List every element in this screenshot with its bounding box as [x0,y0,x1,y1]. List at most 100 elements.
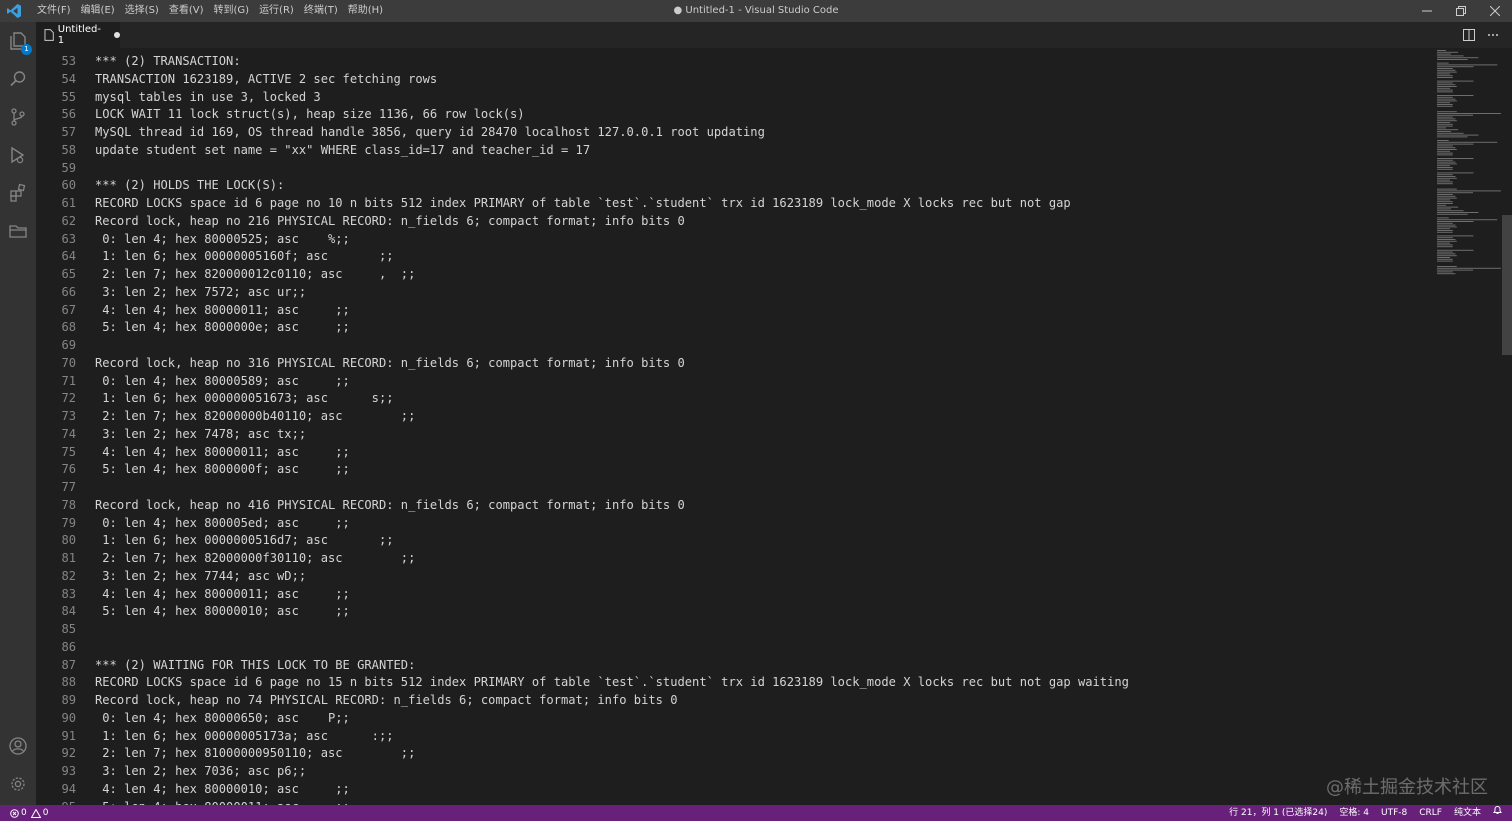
menu-help[interactable]: 帮助(H) [343,0,388,22]
minimap-line [1437,172,1474,174]
remote-explorer-button[interactable] [6,219,30,243]
line-text: 5: len 4; hex 8000000e; asc ;; [95,320,350,335]
problems-indicator[interactable]: 0 0 [10,805,48,821]
minimap-line [1437,183,1453,185]
minimap-line [1437,167,1453,168]
menu-view[interactable]: 查看(V) [164,0,209,22]
minimap-line [1437,69,1456,71]
minimap-line [1437,255,1457,257]
minimap-line [1437,163,1457,165]
minimap-line [1437,269,1473,271]
tab-untitled-1[interactable]: Untitled-1 [36,22,120,48]
line-number: 62 [61,213,76,228]
line-text: 2: len 7; hex 81000000950110; asc ;; [95,746,416,761]
line-text: 4: len 4; hex 80000011; asc ;; [95,444,350,459]
minimap-line [1437,271,1453,273]
notifications-button[interactable] [1493,805,1502,821]
line-text: *** (2) WAITING FOR THIS LOCK TO BE GRAN… [95,657,416,672]
explorer-button[interactable]: 1 [6,29,32,55]
menu-file[interactable]: 文件(F) [32,0,76,22]
minimap-line [1437,127,1446,129]
editor[interactable]: 53 *** (2) TRANSACTION: 54 TRANSACTION 1623… [36,48,1512,805]
line-text: 0: len 4; hex 80000589; asc ;; [95,373,350,388]
vertical-scrollbar-thumb[interactable] [1502,215,1512,355]
extensions-button[interactable] [6,181,30,205]
minimap-line [1437,203,1453,204]
minimap-line [1437,114,1473,116]
end-of-line[interactable]: CRLF [1419,805,1442,821]
line-number: 59 [61,160,76,175]
line-number: 84 [61,604,76,619]
menu-bar: 文件(F) 编辑(E) 选择(S) 查看(V) 转到(G) 运行(R) 终端(T… [32,0,388,22]
unsaved-dot-icon[interactable] [114,32,120,38]
line-text: update student set name = "xx" WHERE cla… [95,142,591,157]
split-editor-button[interactable] [1460,26,1478,44]
cursor-position[interactable]: 行 21，列 1 (已选择24) [1229,805,1327,821]
minimap-line [1437,104,1453,105]
minimap-line [1437,177,1457,179]
accounts-button[interactable] [6,734,30,758]
run-debug-icon [11,146,25,164]
source-control-button[interactable] [6,105,30,129]
minimap-line [1437,251,1453,253]
minimap-line [1437,212,1479,213]
close-window-button[interactable] [1478,0,1512,22]
gear-icon [11,777,25,791]
line-number: 74 [61,426,76,441]
encoding[interactable]: UTF-8 [1381,805,1407,821]
search-button[interactable] [6,67,30,91]
line-number: 75 [61,444,76,459]
bell-icon [1493,806,1502,814]
minimap-line [1437,242,1451,244]
line-number: 56 [61,107,76,122]
minimap-line [1437,77,1453,78]
minimap-line [1437,131,1451,132]
line-number: 70 [61,355,76,370]
source-control-icon [11,108,25,126]
indentation[interactable]: 空格: 4 [1339,805,1369,821]
minimap[interactable] [1436,48,1504,278]
menu-run[interactable]: 运行(R) [254,0,299,22]
minimap-line [1437,260,1453,262]
menu-go[interactable]: 转到(G) [209,0,255,22]
line-number: 60 [61,178,76,193]
minimap-line [1437,62,1449,64]
minimize-button[interactable] [1410,0,1444,22]
manage-button[interactable] [6,772,30,796]
vertical-scrollbar-track[interactable] [1502,48,1512,805]
menu-edit[interactable]: 编辑(E) [76,0,120,22]
vscode-logo-icon[interactable] [6,3,22,19]
minimap-line [1437,154,1453,156]
minimap-line [1437,129,1459,131]
restore-button[interactable] [1444,0,1478,22]
minimap-line [1437,246,1453,248]
minimap-line [1437,210,1464,212]
run-debug-button[interactable] [6,143,30,167]
line-text: RECORD LOCKS space id 6 page no 10 n bit… [95,196,1071,210]
more-actions-button[interactable] [1484,26,1502,44]
line-text: Record lock, heap no 416 PHYSICAL RECORD… [95,497,685,512]
line-number: 78 [61,497,76,512]
minimap-line [1437,100,1457,102]
line-text: Record lock, heap no 216 PHYSICAL RECORD… [95,213,685,228]
minimap-line [1437,140,1449,141]
menu-selection[interactable]: 选择(S) [120,0,164,22]
line-number: 63 [61,231,76,246]
minimap-line [1437,266,1457,267]
menu-terminal[interactable]: 终端(T) [299,0,343,22]
minimap-line [1437,66,1474,68]
line-text: 3: len 2; hex 7572; asc ur;; [95,284,307,299]
line-number: 69 [61,338,76,352]
minimap-line [1437,75,1453,77]
line-text: Record lock, heap no 74 PHYSICAL RECORD:… [95,693,678,707]
minimap-line [1437,188,1457,190]
minimap-line [1437,125,1453,127]
language-mode[interactable]: 纯文本 [1454,805,1481,821]
split-editor-icon [1463,29,1475,41]
line-text: LOCK WAIT 11 lock struct(s), heap size 1… [95,107,525,122]
line-number: 72 [61,391,76,406]
line-text: 2: len 7; hex 820000012c0110; asc , ;; [95,267,416,281]
line-text: 3: len 2; hex 7478; asc tx;; [95,426,307,441]
minimap-line [1437,136,1468,138]
minimap-line [1437,159,1453,161]
